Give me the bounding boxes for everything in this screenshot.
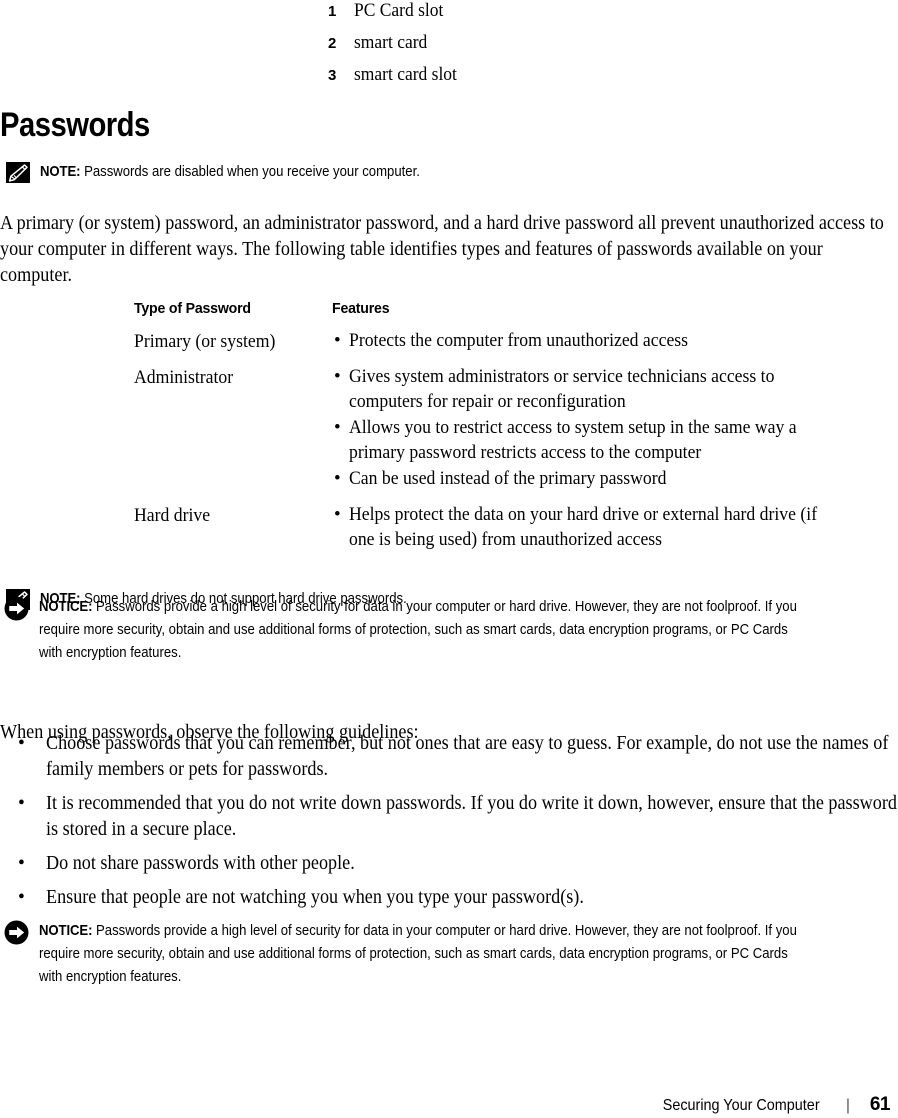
table-header-row: Type of Password Features [134, 300, 834, 328]
notice-text: NOTICE: Passwords provide a high level o… [39, 920, 809, 989]
password-features-cell: • Helps protect the data on your hard dr… [332, 502, 834, 563]
legend-label: smart card [354, 32, 428, 53]
guideline-text: Ensure that people are not watching you … [46, 887, 584, 908]
password-features-cell: • Gives system administrators or service… [332, 364, 834, 502]
feature-text: Gives system administrators or service t… [349, 366, 775, 412]
list-item: 2 smart card [328, 32, 748, 64]
bullet-glyph: • [18, 887, 25, 908]
table-row: Primary (or system) • Protects the compu… [134, 328, 834, 364]
feature-text: Protects the computer from unauthorized … [349, 330, 689, 351]
notice-message: Passwords provide a high level of securi… [39, 923, 797, 985]
password-features-cell: • Protects the computer from unauthorize… [332, 328, 834, 364]
legend-number: 1 [328, 3, 337, 20]
guideline-text: It is recommended that you do not write … [46, 793, 897, 840]
bullet-glyph: • [334, 468, 341, 489]
feature-list: • Protects the computer from unauthorize… [332, 328, 834, 353]
password-type-cell: Primary (or system) [134, 331, 276, 352]
feature-text: Allows you to restrict access to system … [349, 417, 797, 463]
footer-page-number: 61 [869, 1094, 891, 1115]
notice-message: Passwords provide a high level of securi… [39, 599, 797, 661]
list-item: • Ensure that people are not watching yo… [0, 885, 898, 911]
list-item: • Allows you to restrict access to syste… [332, 415, 834, 465]
notice-keyword: NOTICE: [39, 599, 93, 615]
notice-keyword: NOTICE: [39, 923, 93, 939]
note-pencil-icon [6, 162, 30, 183]
list-item: • Can be used instead of the primary pas… [332, 466, 834, 491]
guidelines-list: • Choose passwords that you can remember… [0, 731, 898, 919]
list-item: • Choose passwords that you can remember… [0, 731, 898, 783]
bullet-glyph: • [334, 417, 341, 438]
legend-number: 3 [328, 67, 337, 84]
legend-number: 2 [328, 35, 337, 52]
page-title: Passwords [0, 106, 150, 144]
notice-callout: NOTICE: Passwords provide a high level o… [4, 920, 894, 989]
page-footer: Securing Your Computer | 61 [0, 1094, 898, 1118]
document-page: 1 PC Card slot 2 smart card 3 smart card… [0, 0, 898, 1118]
list-item: • Helps protect the data on your hard dr… [332, 502, 834, 552]
notice-arrow-icon [4, 920, 29, 945]
footer-chapter-title: Securing Your Computer [662, 1097, 820, 1114]
list-item: • It is recommended that you do not writ… [0, 791, 898, 843]
feature-list: • Gives system administrators or service… [332, 364, 834, 491]
password-type-cell: Administrator [134, 367, 234, 388]
password-type-cell: Hard drive [134, 505, 211, 526]
intro-paragraph: A primary (or system) password, an admin… [0, 212, 884, 286]
callout-legend-list: 1 PC Card slot 2 smart card 3 smart card… [328, 0, 748, 96]
footer-separator: | [845, 1097, 850, 1114]
notice-arrow-icon [4, 596, 29, 621]
note-message: Passwords are disabled when you receive … [80, 164, 420, 180]
table-row: Hard drive • Helps protect the data on y… [134, 502, 834, 563]
legend-label: smart card slot [354, 64, 457, 85]
list-item: • Protects the computer from unauthorize… [332, 328, 834, 353]
feature-list: • Helps protect the data on your hard dr… [332, 502, 834, 552]
notice-text: NOTICE: Passwords provide a high level o… [39, 596, 809, 665]
bullet-glyph: • [334, 330, 341, 351]
column-header-type: Type of Password [134, 300, 251, 317]
note-callout: NOTE: Passwords are disabled when you re… [6, 161, 866, 184]
bullet-glyph: • [18, 853, 25, 874]
bullet-glyph: • [18, 793, 25, 814]
password-types-table: Type of Password Features Primary (or sy… [134, 300, 834, 563]
list-item: 1 PC Card slot [328, 0, 748, 32]
bullet-glyph: • [334, 366, 341, 387]
feature-text: Can be used instead of the primary passw… [349, 468, 667, 489]
table-row: Administrator • Gives system administrat… [134, 364, 834, 502]
guideline-text: Choose passwords that you can remember, … [46, 733, 889, 780]
list-item: • Gives system administrators or service… [332, 364, 834, 414]
note-text: NOTE: Passwords are disabled when you re… [40, 161, 783, 184]
legend-label: PC Card slot [354, 0, 444, 21]
list-item: • Do not share passwords with other peop… [0, 851, 898, 877]
guideline-text: Do not share passwords with other people… [46, 853, 355, 874]
list-item: 3 smart card slot [328, 64, 748, 96]
note-keyword: NOTE: [40, 164, 81, 180]
notice-callout: NOTICE: Passwords provide a high level o… [4, 596, 894, 665]
bullet-glyph: • [334, 504, 341, 525]
feature-text: Helps protect the data on your hard driv… [349, 504, 818, 550]
column-header-features: Features [332, 300, 390, 317]
bullet-glyph: • [18, 733, 25, 754]
